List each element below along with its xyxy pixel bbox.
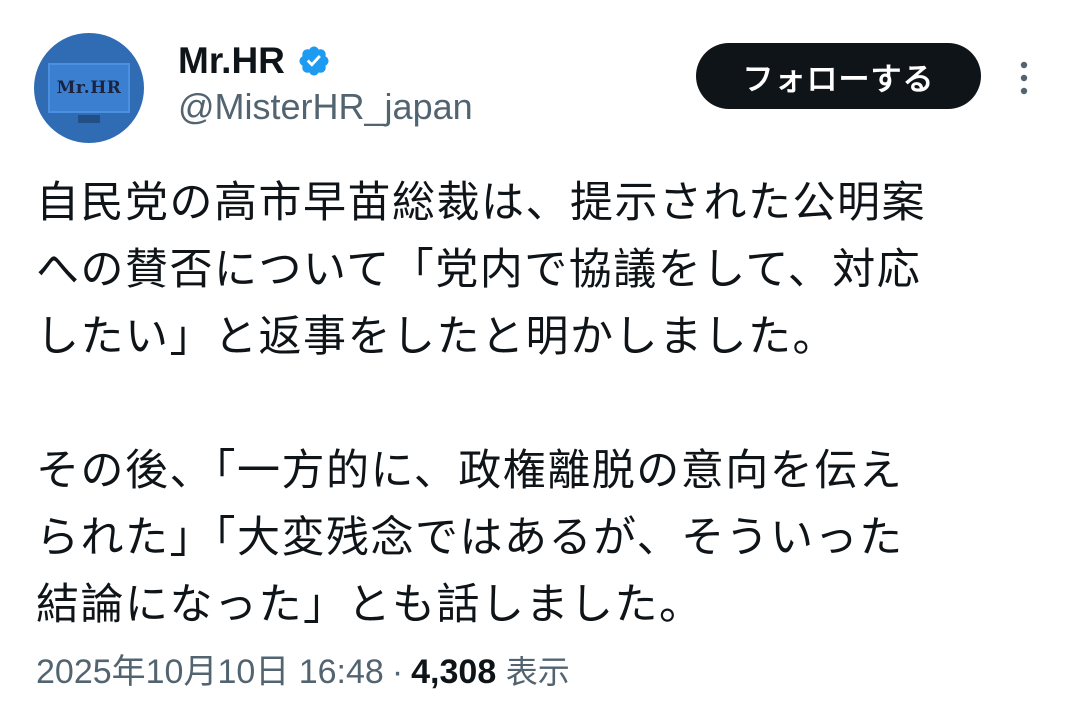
- avatar-monitor-stand: [78, 115, 100, 123]
- avatar-logo-text: Mr.HR: [56, 78, 122, 98]
- tweet-timestamp[interactable]: 2025年10月10日 16:48: [36, 653, 384, 691]
- avatar[interactable]: Mr.HR: [34, 33, 144, 143]
- author-display-name[interactable]: Mr.HR: [178, 40, 285, 82]
- more-vertical-icon[interactable]: [1012, 60, 1036, 96]
- views-count[interactable]: 4,308: [411, 653, 496, 691]
- verified-badge-icon[interactable]: [297, 44, 331, 78]
- tweet-meta: 2025年10月10日 16:48 · 4,308 表示: [36, 650, 570, 694]
- tweet-body: 自民党の高市早苗総裁は、提示された公明案 への賛否について「党内で協議をして、対…: [36, 170, 1046, 639]
- tweet-paragraph: 自民党の高市早苗総裁は、提示された公明案 への賛否について「党内で協議をして、対…: [36, 178, 926, 362]
- author-name-row: Mr.HR: [178, 38, 331, 84]
- follow-button[interactable]: フォローする: [696, 43, 981, 109]
- meta-separator: ·: [391, 653, 404, 691]
- views-label: 表示: [505, 653, 570, 691]
- author-handle[interactable]: @MisterHR_japan: [178, 86, 473, 128]
- tweet-paragraph: その後、「一方的に、政権離脱の意向を伝え られた」「大変残念ではあるが、そういっ…: [36, 446, 904, 630]
